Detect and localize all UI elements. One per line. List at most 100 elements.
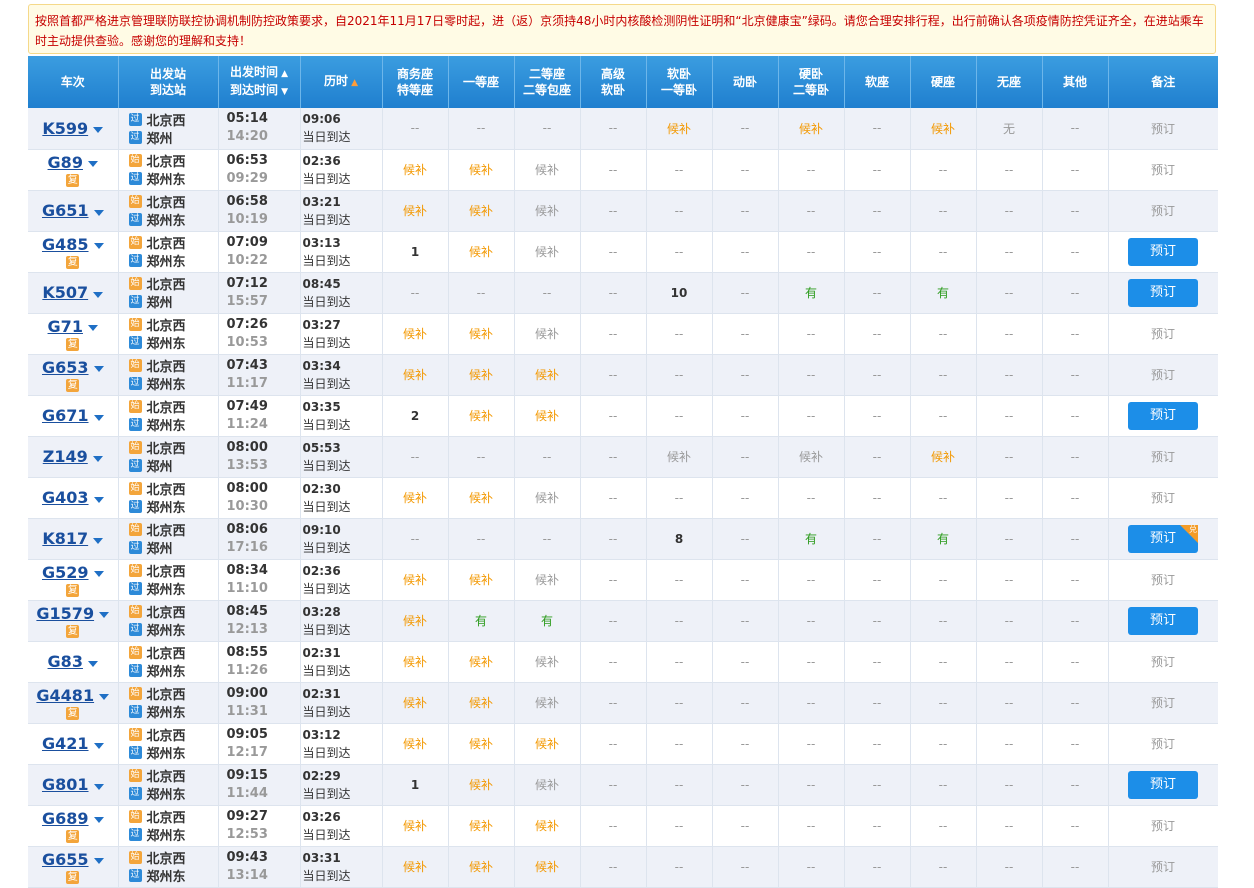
train-number-link[interactable]: G4481 (36, 686, 94, 705)
chevron-down-icon[interactable] (93, 243, 104, 249)
book-button[interactable]: 预订兑 (1128, 524, 1198, 553)
train-number-link[interactable]: G421 (42, 734, 89, 753)
seat-cell[interactable]: 有 (514, 600, 581, 642)
seat-cell[interactable]: 候补 (514, 764, 581, 806)
chevron-down-icon[interactable] (93, 496, 104, 503)
train-number-link[interactable]: G89 (48, 153, 83, 172)
train-number-link[interactable]: G655 (42, 850, 89, 869)
seat-cell[interactable]: 候补 (448, 149, 515, 191)
header-time[interactable]: 出发时间到达时间 (218, 56, 301, 108)
train-number-link[interactable]: G689 (42, 809, 89, 828)
train-number-link[interactable]: G671 (42, 406, 89, 425)
train-number-link[interactable]: G651 (42, 201, 89, 220)
seat-cell[interactable]: 10 (646, 272, 713, 314)
chevron-down-icon[interactable] (93, 817, 104, 823)
seat-cell[interactable]: 有 (778, 272, 845, 314)
chevron-down-icon[interactable] (93, 571, 104, 577)
header-duration[interactable]: 历时 (300, 56, 383, 108)
seat-cell[interactable]: 候补 (382, 354, 449, 396)
seat-cell[interactable]: 候补 (514, 231, 581, 273)
chevron-down-icon[interactable] (93, 209, 104, 216)
seat-cell[interactable]: 候补 (448, 641, 515, 683)
seat-cell[interactable]: 有 (910, 272, 977, 314)
seat-cell[interactable]: 候补 (382, 600, 449, 642)
seat-cell[interactable]: 候补 (778, 436, 845, 478)
seat-cell[interactable]: 有 (778, 518, 845, 560)
seat-cell[interactable]: 候补 (382, 559, 449, 601)
train-number-link[interactable]: G83 (48, 652, 83, 671)
seat-cell[interactable]: 候补 (382, 723, 449, 765)
train-number-link[interactable]: K599 (42, 119, 88, 138)
seat-cell[interactable]: 候补 (382, 477, 449, 519)
seat-cell[interactable]: 候补 (448, 477, 515, 519)
seat-cell[interactable]: 候补 (382, 641, 449, 683)
seat-cell[interactable]: 候补 (514, 805, 581, 847)
seat-cell[interactable]: 候补 (448, 682, 515, 724)
train-number-link[interactable]: K507 (42, 283, 88, 302)
seat-cell[interactable]: 候补 (514, 313, 581, 355)
seat-cell[interactable]: 候补 (382, 149, 449, 191)
seat-cell[interactable]: 候补 (448, 231, 515, 273)
train-number-link[interactable]: G71 (48, 317, 83, 336)
train-number-link[interactable]: G653 (42, 358, 89, 377)
seat-cell[interactable]: 候补 (514, 477, 581, 519)
train-number-link[interactable]: G1579 (36, 604, 94, 623)
seat-cell[interactable]: 候补 (448, 395, 515, 437)
train-number-link[interactable]: G485 (42, 235, 89, 254)
chevron-down-icon[interactable] (93, 127, 104, 134)
chevron-down-icon[interactable] (87, 161, 98, 167)
seat-cell[interactable]: 候补 (448, 723, 515, 765)
seat-cell[interactable]: 有 (448, 600, 515, 642)
seat-cell[interactable]: 候补 (382, 846, 449, 888)
seat-cell[interactable]: 候补 (646, 436, 713, 478)
chevron-down-icon[interactable] (93, 537, 104, 544)
chevron-down-icon[interactable] (92, 455, 103, 462)
book-button[interactable]: 预订 (1128, 401, 1198, 430)
book-button[interactable]: 预订 (1128, 237, 1198, 266)
seat-cell[interactable]: 候补 (514, 682, 581, 724)
chevron-down-icon[interactable] (87, 325, 98, 331)
chevron-down-icon[interactable] (93, 291, 104, 298)
chevron-down-icon[interactable] (93, 366, 104, 372)
book-button[interactable]: 预订 (1128, 770, 1198, 799)
seat-cell[interactable]: 候补 (514, 723, 581, 765)
chevron-down-icon[interactable] (87, 660, 98, 667)
chevron-down-icon[interactable] (99, 694, 110, 700)
seat-cell[interactable]: 候补 (448, 805, 515, 847)
seat-cell[interactable]: 候补 (778, 108, 845, 150)
seat-cell[interactable]: 候补 (382, 805, 449, 847)
seat-cell[interactable]: 8 (646, 518, 713, 560)
seat-cell[interactable]: 候补 (514, 641, 581, 683)
seat-cell[interactable]: 候补 (646, 108, 713, 150)
train-number-link[interactable]: G403 (42, 488, 89, 507)
seat-cell[interactable]: 候补 (514, 559, 581, 601)
seat-cell[interactable]: 候补 (514, 190, 581, 232)
book-button[interactable]: 预订 (1128, 606, 1198, 635)
train-number-link[interactable]: K817 (42, 529, 88, 548)
seat-cell[interactable]: 候补 (514, 149, 581, 191)
seat-cell[interactable]: 候补 (514, 846, 581, 888)
seat-cell[interactable]: 候补 (910, 108, 977, 150)
seat-cell[interactable]: 1 (382, 231, 449, 273)
chevron-down-icon[interactable] (93, 783, 104, 790)
seat-cell[interactable]: 候补 (448, 313, 515, 355)
seat-cell[interactable]: 候补 (448, 190, 515, 232)
seat-cell[interactable]: 候补 (448, 559, 515, 601)
chevron-down-icon[interactable] (93, 858, 104, 864)
chevron-down-icon[interactable] (93, 742, 104, 749)
chevron-down-icon[interactable] (93, 414, 104, 421)
seat-cell[interactable]: 候补 (910, 436, 977, 478)
seat-cell[interactable]: 候补 (514, 354, 581, 396)
seat-cell[interactable]: 候补 (382, 682, 449, 724)
seat-cell[interactable]: 候补 (448, 764, 515, 806)
seat-cell[interactable]: 有 (910, 518, 977, 560)
book-button[interactable]: 预订 (1128, 278, 1198, 307)
seat-cell[interactable]: 1 (382, 764, 449, 806)
train-number-link[interactable]: G529 (42, 563, 89, 582)
seat-cell[interactable]: 候补 (382, 313, 449, 355)
seat-cell[interactable]: 候补 (514, 395, 581, 437)
seat-cell[interactable]: 候补 (448, 846, 515, 888)
seat-cell[interactable]: 候补 (382, 190, 449, 232)
train-number-link[interactable]: G801 (42, 775, 89, 794)
train-number-link[interactable]: Z149 (43, 447, 88, 466)
